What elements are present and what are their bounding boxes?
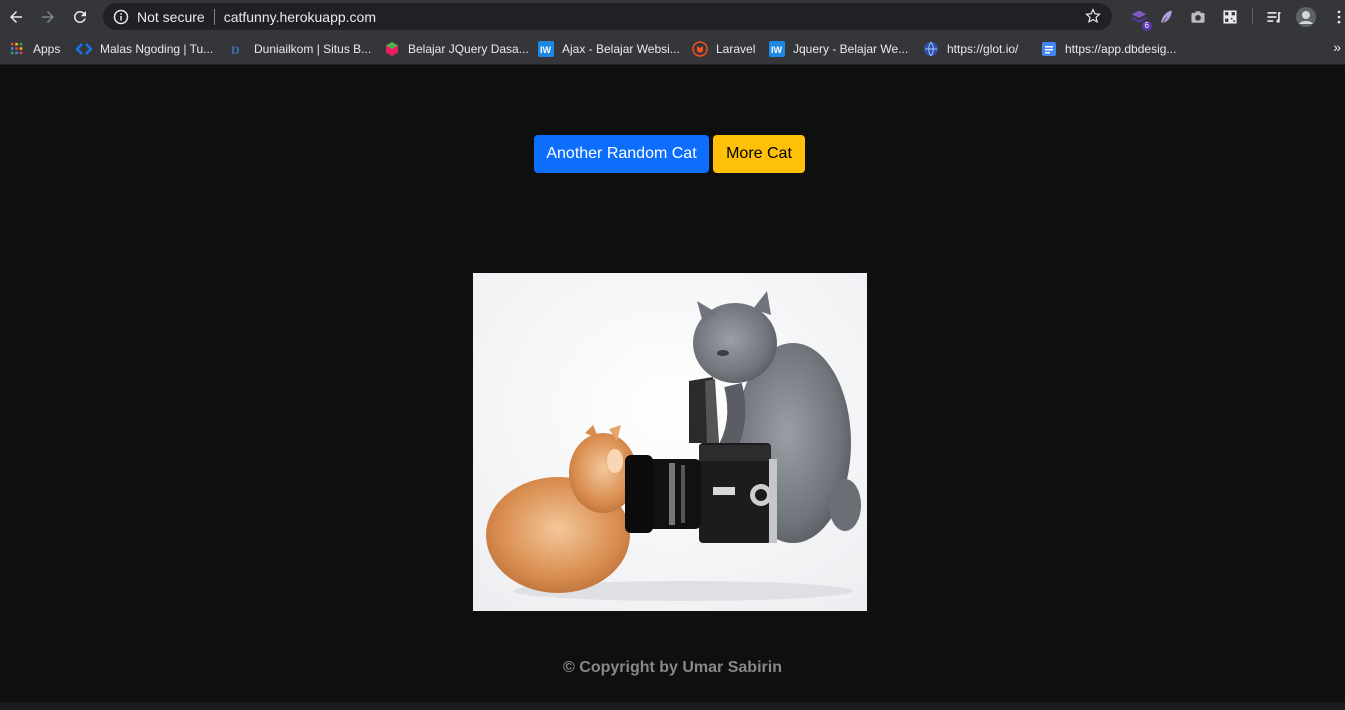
url-text[interactable]: catfunny.herokuapp.com <box>224 9 376 25</box>
taskbar-strip <box>0 702 1345 710</box>
iw-logo-icon: IW <box>769 41 785 57</box>
toolbar-divider <box>1252 8 1253 24</box>
svg-text:IW: IW <box>540 45 552 55</box>
svg-text:IW: IW <box>771 45 783 55</box>
info-icon[interactable] <box>113 9 129 25</box>
bookmark-dbdesigner[interactable]: https://app.dbdesig... <box>1041 40 1176 58</box>
bookmark-label: Ajax - Belajar Websi... <box>562 42 680 56</box>
svg-text:D: D <box>231 43 240 57</box>
omnibox-divider <box>213 8 215 25</box>
reload-icon <box>73 10 86 23</box>
apps-grid-icon <box>9 41 25 57</box>
more-cat-button[interactable]: More Cat <box>713 135 805 173</box>
bookmark-label: Jquery - Belajar We... <box>793 42 909 56</box>
browser-toolbar: Not secure catfunny.herokuapp.com 6 <box>0 0 1345 33</box>
media-queue-icon[interactable] <box>1263 6 1285 28</box>
camera-icon[interactable] <box>1187 6 1209 28</box>
arrow-right-icon <box>42 10 54 23</box>
bookmarks-overflow-button[interactable]: » <box>1333 39 1341 55</box>
bookmark-label: https://app.dbdesig... <box>1065 42 1177 56</box>
another-random-cat-button[interactable]: Another Random Cat <box>534 135 709 173</box>
page-content: Another Random Cat More Cat © Copyright … <box>0 66 1345 702</box>
bookmark-label: Belajar JQuery Dasa... <box>408 42 529 56</box>
bookmark-apps[interactable]: Apps <box>9 40 60 58</box>
bookmark-belajar-jquery[interactable]: Belajar JQuery Dasa... <box>384 40 529 58</box>
bookmark-glot[interactable]: https://glot.io/ <box>923 40 1018 58</box>
document-icon <box>1041 41 1057 57</box>
bookmark-duniailkom[interactable]: D Duniailkom | Situs B... <box>230 40 371 58</box>
cat-photo <box>473 273 867 611</box>
back-button[interactable] <box>0 0 32 33</box>
forward-button[interactable] <box>32 0 64 33</box>
bookmark-label: Duniailkom | Situs B... <box>254 42 372 56</box>
feather-icon[interactable] <box>1155 6 1177 28</box>
security-label[interactable]: Not secure <box>137 9 205 25</box>
bookmarks-bar: Apps Malas Ngoding | Tu... D Duniailkom … <box>0 33 1345 65</box>
bookmark-label: Apps <box>33 42 61 56</box>
bookmark-malas-ngoding[interactable]: Malas Ngoding | Tu... <box>76 40 213 58</box>
address-bar[interactable]: Not secure catfunny.herokuapp.com <box>103 3 1112 30</box>
bookmark-label: Malas Ngoding | Tu... <box>100 42 214 56</box>
cube-icon <box>384 41 400 57</box>
copyright-footer: © Copyright by Umar Sabirin <box>563 659 782 676</box>
bookmark-label: Laravel <box>716 42 756 56</box>
extension-stack-icon[interactable]: 6 <box>1128 6 1152 31</box>
code-icon <box>76 41 92 57</box>
globe-icon <box>923 41 939 57</box>
bookmark-star-icon[interactable] <box>1084 7 1102 25</box>
bookmark-jquery-belajar[interactable]: IW Jquery - Belajar We... <box>769 40 908 58</box>
iw-logo-icon: IW <box>538 41 554 57</box>
bookmark-laravel[interactable]: Laravel <box>692 40 755 58</box>
qr-code-icon[interactable] <box>1219 6 1241 28</box>
reload-button[interactable] <box>64 0 96 33</box>
menu-kebab-icon[interactable] <box>1328 6 1345 28</box>
extension-badge: 6 <box>1141 21 1152 31</box>
di-logo-icon: D <box>230 41 246 57</box>
bookmark-label: https://glot.io/ <box>947 42 1019 56</box>
bookmark-ajax[interactable]: IW Ajax - Belajar Websi... <box>538 40 680 58</box>
arrow-left-icon <box>10 10 22 23</box>
laravel-icon <box>692 41 708 57</box>
profile-avatar-icon[interactable] <box>1295 6 1317 28</box>
